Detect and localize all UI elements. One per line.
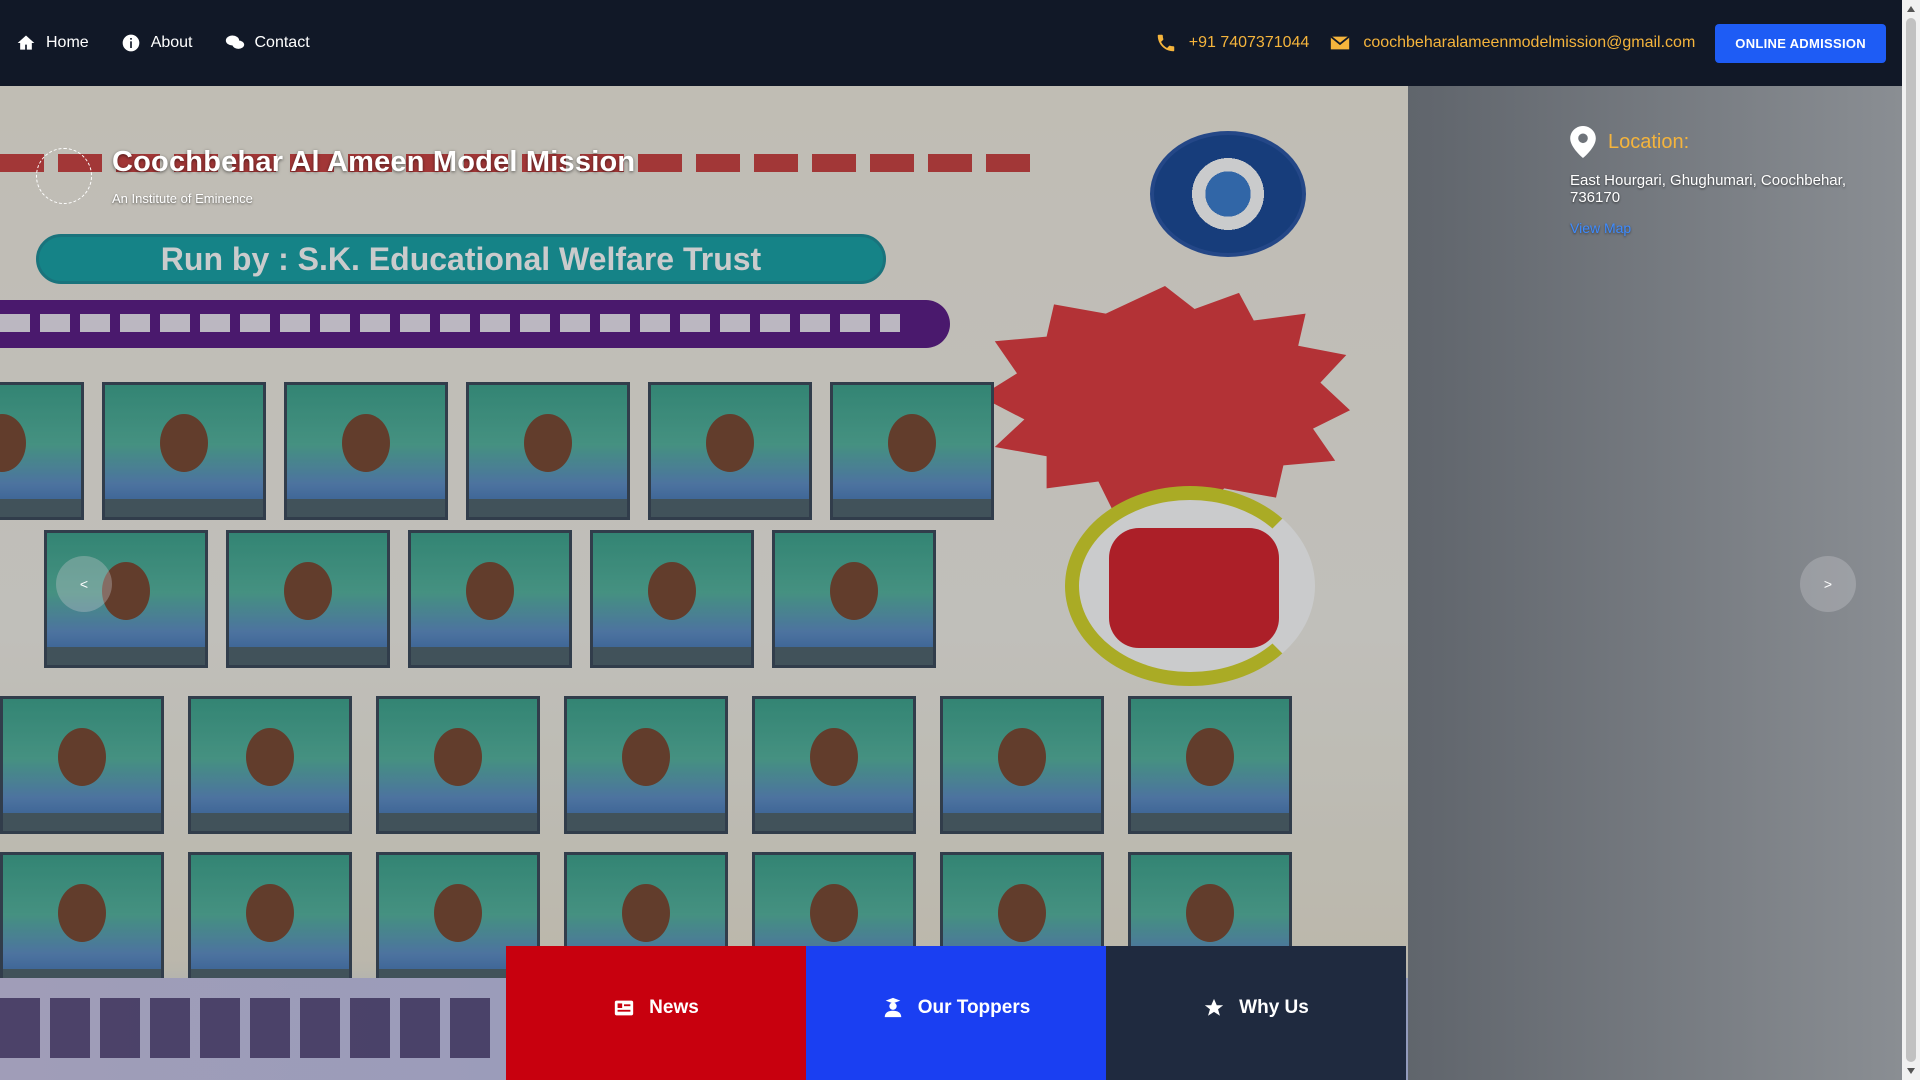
phone-link[interactable]: +91 7407371044 bbox=[1155, 32, 1310, 54]
scrollbar-thumb[interactable] bbox=[1906, 18, 1916, 1062]
slider-prev-button[interactable]: < bbox=[56, 556, 112, 612]
slider-next-button[interactable]: > bbox=[1800, 556, 1856, 612]
email-address: coochbeharalameenmodelmission@gmail.com bbox=[1363, 34, 1696, 51]
graduate-icon bbox=[884, 997, 901, 1018]
home-icon bbox=[17, 35, 35, 50]
tab-news-label: News bbox=[649, 997, 699, 1018]
view-map-link[interactable]: View Map bbox=[1570, 220, 1631, 236]
brand-logo bbox=[36, 148, 92, 204]
info-icon bbox=[122, 34, 140, 52]
phone-number: +91 7407371044 bbox=[1188, 34, 1310, 51]
location-address: East Hourgari, Ghughumari, Coochbehar, 7… bbox=[1570, 172, 1846, 206]
location-block: Location: East Hourgari, Ghughumari, Coo… bbox=[1570, 126, 1890, 238]
location-heading-label: Location: bbox=[1608, 130, 1690, 153]
tab-our-toppers[interactable]: Our Toppers bbox=[806, 946, 1106, 1080]
star-icon bbox=[1204, 998, 1224, 1016]
poster-dim-overlay bbox=[0, 86, 1408, 1080]
page: Home About Contact +91 7407371044 coochb… bbox=[0, 0, 1920, 1080]
newspaper-icon bbox=[615, 1000, 634, 1016]
admission-poster-image: Run by : S.K. Educational Welfare Trust bbox=[0, 86, 1408, 1080]
nav-home[interactable]: Home bbox=[16, 33, 89, 53]
hero-slider: Run by : S.K. Educational Welfare Trust bbox=[0, 86, 1902, 1080]
site-brand[interactable]: Coochbehar Al Ameen Model Mission An Ins… bbox=[36, 146, 635, 206]
online-admission-button[interactable]: ONLINE ADMISSION bbox=[1715, 23, 1886, 63]
feature-tabs: News Our Toppers Why Us bbox=[506, 946, 1406, 1080]
brand-text: Coochbehar Al Ameen Model Mission An Ins… bbox=[112, 146, 635, 206]
tab-why-us[interactable]: Why Us bbox=[1106, 946, 1406, 1080]
chat-icon bbox=[225, 35, 244, 49]
location-heading: Location: bbox=[1570, 126, 1890, 158]
top-bar: Home About Contact +91 7407371044 coochb… bbox=[0, 0, 1902, 86]
nav-contact-label: Contact bbox=[254, 34, 310, 51]
brand-tagline: An Institute of Eminence bbox=[112, 191, 253, 206]
contact-info: +91 7407371044 coochbeharalameenmodelmis… bbox=[1155, 23, 1886, 63]
envelope-icon bbox=[1330, 35, 1351, 50]
email-link[interactable]: coochbeharalameenmodelmission@gmail.com bbox=[1329, 32, 1695, 54]
tab-why-us-label: Why Us bbox=[1239, 997, 1309, 1018]
nav-contact[interactable]: Contact bbox=[225, 33, 310, 53]
nav-about-label: About bbox=[150, 34, 193, 51]
scroll-down-arrow-icon[interactable] bbox=[1907, 1068, 1915, 1074]
phone-icon bbox=[1157, 34, 1174, 52]
nav-home-label: Home bbox=[46, 34, 89, 51]
main-nav: Home About Contact bbox=[16, 33, 310, 53]
scroll-up-arrow-icon[interactable] bbox=[1907, 6, 1915, 12]
nav-about[interactable]: About bbox=[121, 33, 193, 53]
tab-our-toppers-label: Our Toppers bbox=[917, 997, 1031, 1018]
brand-name: Coochbehar Al Ameen Model Mission bbox=[112, 146, 636, 178]
page-scrollbar[interactable] bbox=[1902, 0, 1920, 1080]
map-pin-icon bbox=[1570, 126, 1596, 158]
tab-news[interactable]: News bbox=[506, 946, 806, 1080]
